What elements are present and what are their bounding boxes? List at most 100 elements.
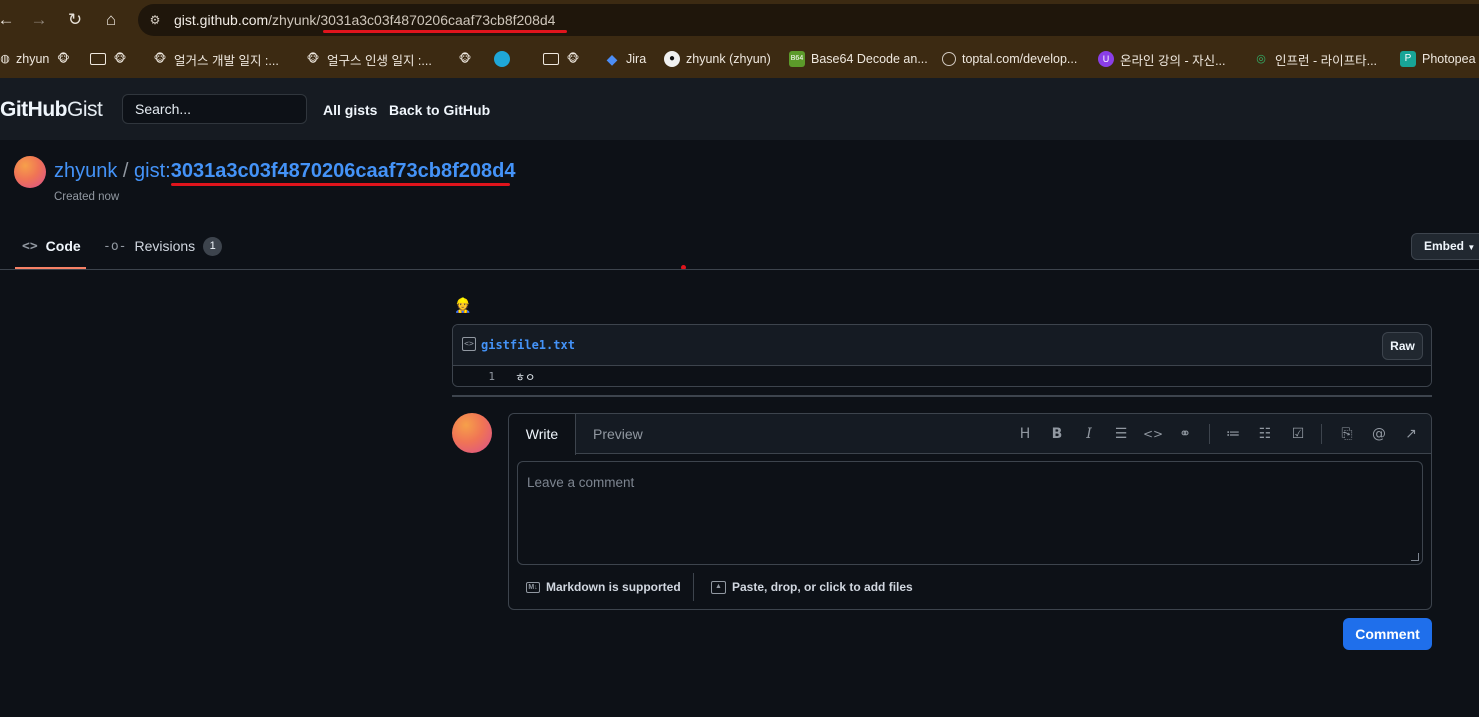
monkey-icon: 🐵: [566, 53, 580, 65]
inflearn-icon: ◎: [1256, 53, 1266, 65]
markdown-label: Markdown is supported: [546, 580, 681, 594]
caret-down-icon: ▼: [1467, 243, 1476, 252]
monkey-icon: 🐵: [458, 53, 472, 65]
monkey-icon: 🐵: [306, 53, 320, 65]
bookmark-label: 얼거스 개발 일지 :...: [174, 53, 279, 68]
attach-icon[interactable]: ⎘: [1337, 424, 1357, 444]
bookmark-folder[interactable]: 🐵: [543, 49, 587, 69]
code-icon: <>: [22, 238, 38, 254]
url-host: gist.github.com: [174, 12, 269, 28]
globe-icon: [942, 52, 956, 66]
gist-id-link[interactable]: 3031a3c03f4870206caaf73cb8f208d4: [171, 160, 516, 182]
gist-prefix[interactable]: gist:: [134, 160, 171, 182]
italic-icon[interactable]: I: [1079, 424, 1099, 444]
bookmark-label: 얼구스 인생 일지 :...: [327, 53, 432, 68]
bookmark-label: Base64 Decode an...: [811, 52, 928, 66]
file-box: <> gistfile1.txt Raw 1 ㅎㅇ: [452, 324, 1432, 387]
footer-divider: [693, 573, 694, 601]
quote-icon[interactable]: ☰: [1111, 424, 1131, 444]
toolbar-divider: [1321, 424, 1322, 444]
url-path-id: 3031a3c03f4870206caaf73cb8f208d4: [320, 12, 556, 28]
add-files-link[interactable]: ▲ Paste, drop, or click to add files: [711, 580, 913, 594]
avatar[interactable]: [14, 156, 46, 188]
reload-icon[interactable]: ↻: [63, 8, 87, 32]
file-name-link[interactable]: gistfile1.txt: [481, 338, 575, 352]
title-annotation-underline: [171, 183, 510, 186]
bookmark-label: Jira: [626, 52, 647, 66]
forward-icon[interactable]: →: [27, 8, 51, 32]
bookmark-item[interactable]: toptal.com/develop...: [942, 49, 1077, 69]
tab-revisions[interactable]: -o- Revisions 1: [103, 236, 223, 256]
logo-bold: GitHub: [0, 98, 67, 121]
add-files-label: Paste, drop, or click to add files: [732, 580, 913, 594]
toolbar-divider: [1209, 424, 1210, 444]
bold-icon[interactable]: B: [1047, 424, 1067, 444]
bookmark-item[interactable]: P Photopea: [1400, 49, 1476, 69]
bookmark-item[interactable]: 🐵: [457, 49, 479, 69]
all-gists-link[interactable]: All gists: [323, 102, 377, 118]
task-list-icon[interactable]: ☑: [1288, 424, 1308, 444]
comment-toolbar: Write Preview H B I ☰ <> ⚭ ≔ ☷ ☑ ⎘ @ ↗: [509, 414, 1431, 455]
bookmark-item[interactable]: U 온라인 강의 - 자신...: [1098, 49, 1226, 69]
link-icon[interactable]: ⚭: [1175, 424, 1195, 444]
back-icon[interactable]: ←: [0, 8, 18, 32]
resize-handle[interactable]: [1411, 553, 1419, 561]
embed-dropdown[interactable]: Embed ▼: [1411, 233, 1479, 260]
tabs-divider: [0, 269, 1479, 270]
bookmark-item[interactable]: B64 Base64 Decode an...: [789, 49, 928, 69]
commit-icon: -o-: [103, 238, 127, 254]
monkey-icon: 🐵: [113, 53, 127, 65]
bookmark-item[interactable]: ◆ Jira: [604, 49, 647, 69]
bulleted-list-icon[interactable]: ☷: [1255, 424, 1275, 444]
page-title: zhyunk / gist:3031a3c03f4870206caaf73cb8…: [54, 160, 515, 183]
comment-textarea[interactable]: Leave a comment: [517, 461, 1423, 565]
heading-icon[interactable]: H: [1015, 424, 1035, 444]
edge-icon: [494, 51, 510, 67]
embed-label: Embed: [1424, 239, 1465, 253]
browser-toolbar: ← → ↻ ⌂ ⚙ gist.github.com/zhyunk/3031a3c…: [0, 0, 1479, 40]
tab-code[interactable]: <> Code: [22, 236, 81, 256]
image-icon: ▲: [711, 580, 726, 594]
bookmark-label: Photopea: [1422, 52, 1476, 66]
line-number[interactable]: 1: [479, 370, 495, 383]
monkey-icon: 🐵: [57, 53, 70, 65]
url-annotation-underline: [323, 30, 567, 33]
bookmark-item[interactable]: [494, 49, 516, 69]
globe-icon: ◍: [0, 53, 10, 65]
bookmark-item[interactable]: ◎ 인프런 - 라이프타...: [1253, 49, 1377, 69]
user-emoji-icon: 👷: [454, 297, 472, 313]
bookmark-item[interactable]: ◍ zhyun 🐵: [0, 49, 71, 69]
numbered-list-icon[interactable]: ≔: [1223, 424, 1243, 444]
tab-label: Revisions: [134, 238, 196, 254]
mention-icon[interactable]: @: [1369, 424, 1389, 444]
url-text[interactable]: gist.github.com/zhyunk/3031a3c03f4870206…: [174, 12, 555, 28]
search-input[interactable]: Search...: [122, 94, 307, 124]
code-icon[interactable]: <>: [1143, 424, 1163, 444]
home-icon[interactable]: ⌂: [99, 8, 123, 32]
raw-button[interactable]: Raw: [1382, 332, 1423, 360]
folder-icon: [90, 53, 106, 65]
comment-form: Write Preview H B I ☰ <> ⚭ ≔ ☷ ☑ ⎘ @ ↗ L…: [508, 413, 1432, 610]
bookmark-item[interactable]: ● zhyunk (zhyun): [664, 49, 771, 69]
markdown-note[interactable]: M↓ Markdown is supported: [526, 580, 681, 594]
gist-header: GitHubGist Search... All gists Back to G…: [0, 78, 1479, 140]
created-time: Created now: [54, 191, 120, 203]
class-icon: U: [1098, 51, 1114, 67]
back-to-github-link[interactable]: Back to GitHub: [389, 102, 490, 118]
github-gist-logo[interactable]: GitHubGist: [0, 98, 103, 122]
owner-link[interactable]: zhyunk: [54, 160, 117, 182]
bookmark-folder[interactable]: 🐵: [90, 49, 134, 69]
bookmark-item[interactable]: 🐵 얼거스 개발 일지 :...: [152, 49, 279, 69]
bookmark-item[interactable]: 🐵 얼구스 인생 일지 :...: [305, 49, 432, 69]
site-settings-icon[interactable]: ⚙: [146, 11, 164, 29]
commenter-avatar: [452, 413, 492, 453]
tab-write[interactable]: Write: [509, 414, 576, 455]
section-divider: [452, 395, 1432, 397]
bookmark-label: toptal.com/develop...: [962, 52, 1078, 66]
title-separator: /: [117, 160, 135, 182]
tab-preview[interactable]: Preview: [593, 426, 643, 442]
photopea-icon: P: [1400, 51, 1416, 67]
bookmark-label: zhyun: [16, 52, 50, 66]
reference-icon[interactable]: ↗: [1401, 424, 1421, 444]
comment-submit-button[interactable]: Comment: [1343, 618, 1432, 650]
